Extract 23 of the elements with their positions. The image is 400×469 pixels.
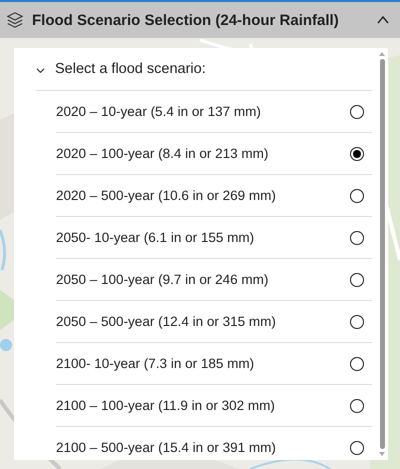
scenario-label: 2020 – 10-year (5.4 in or 137 mm) xyxy=(56,104,261,119)
radio-button[interactable] xyxy=(350,440,364,454)
radio-button[interactable] xyxy=(350,398,364,412)
panel-title: Flood Scenario Selection (24-hour Rainfall) xyxy=(32,12,340,28)
radio-button[interactable] xyxy=(350,146,364,160)
expand-icon[interactable] xyxy=(36,66,45,74)
scenario-label: 2100- 10-year (7.3 in or 185 mm) xyxy=(56,356,254,371)
radio-button[interactable] xyxy=(350,188,364,202)
scenario-label: 2050 – 100-year (9.7 in or 246 mm) xyxy=(56,272,268,287)
radio-button[interactable] xyxy=(350,356,364,370)
scenario-label: 2100 – 100-year (11.9 in or 302 mm) xyxy=(56,398,275,413)
layers-icon xyxy=(6,11,24,29)
radio-button[interactable] xyxy=(350,272,364,286)
scenario-label: 2100 – 500-year (15.4 in or 391 mm) xyxy=(56,440,276,455)
radio-button[interactable] xyxy=(350,104,364,118)
radio-button[interactable] xyxy=(350,314,364,328)
scenario-label: 2020 – 100-year (8.4 in or 213 mm) xyxy=(56,146,268,161)
panel-header[interactable]: Flood Scenario Selection (24-hour Rainfall) xyxy=(0,0,400,38)
radio-button[interactable] xyxy=(350,230,364,244)
scenario-label: 2050 – 500-year (12.4 in or 315 mm) xyxy=(56,314,276,329)
scenario-label: 2020 – 500-year (10.6 in or 269 mm) xyxy=(56,188,276,203)
scenario-label: 2050- 10-year (6.1 in or 155 mm) xyxy=(56,230,254,245)
section-title: Select a flood scenario: xyxy=(55,61,206,77)
